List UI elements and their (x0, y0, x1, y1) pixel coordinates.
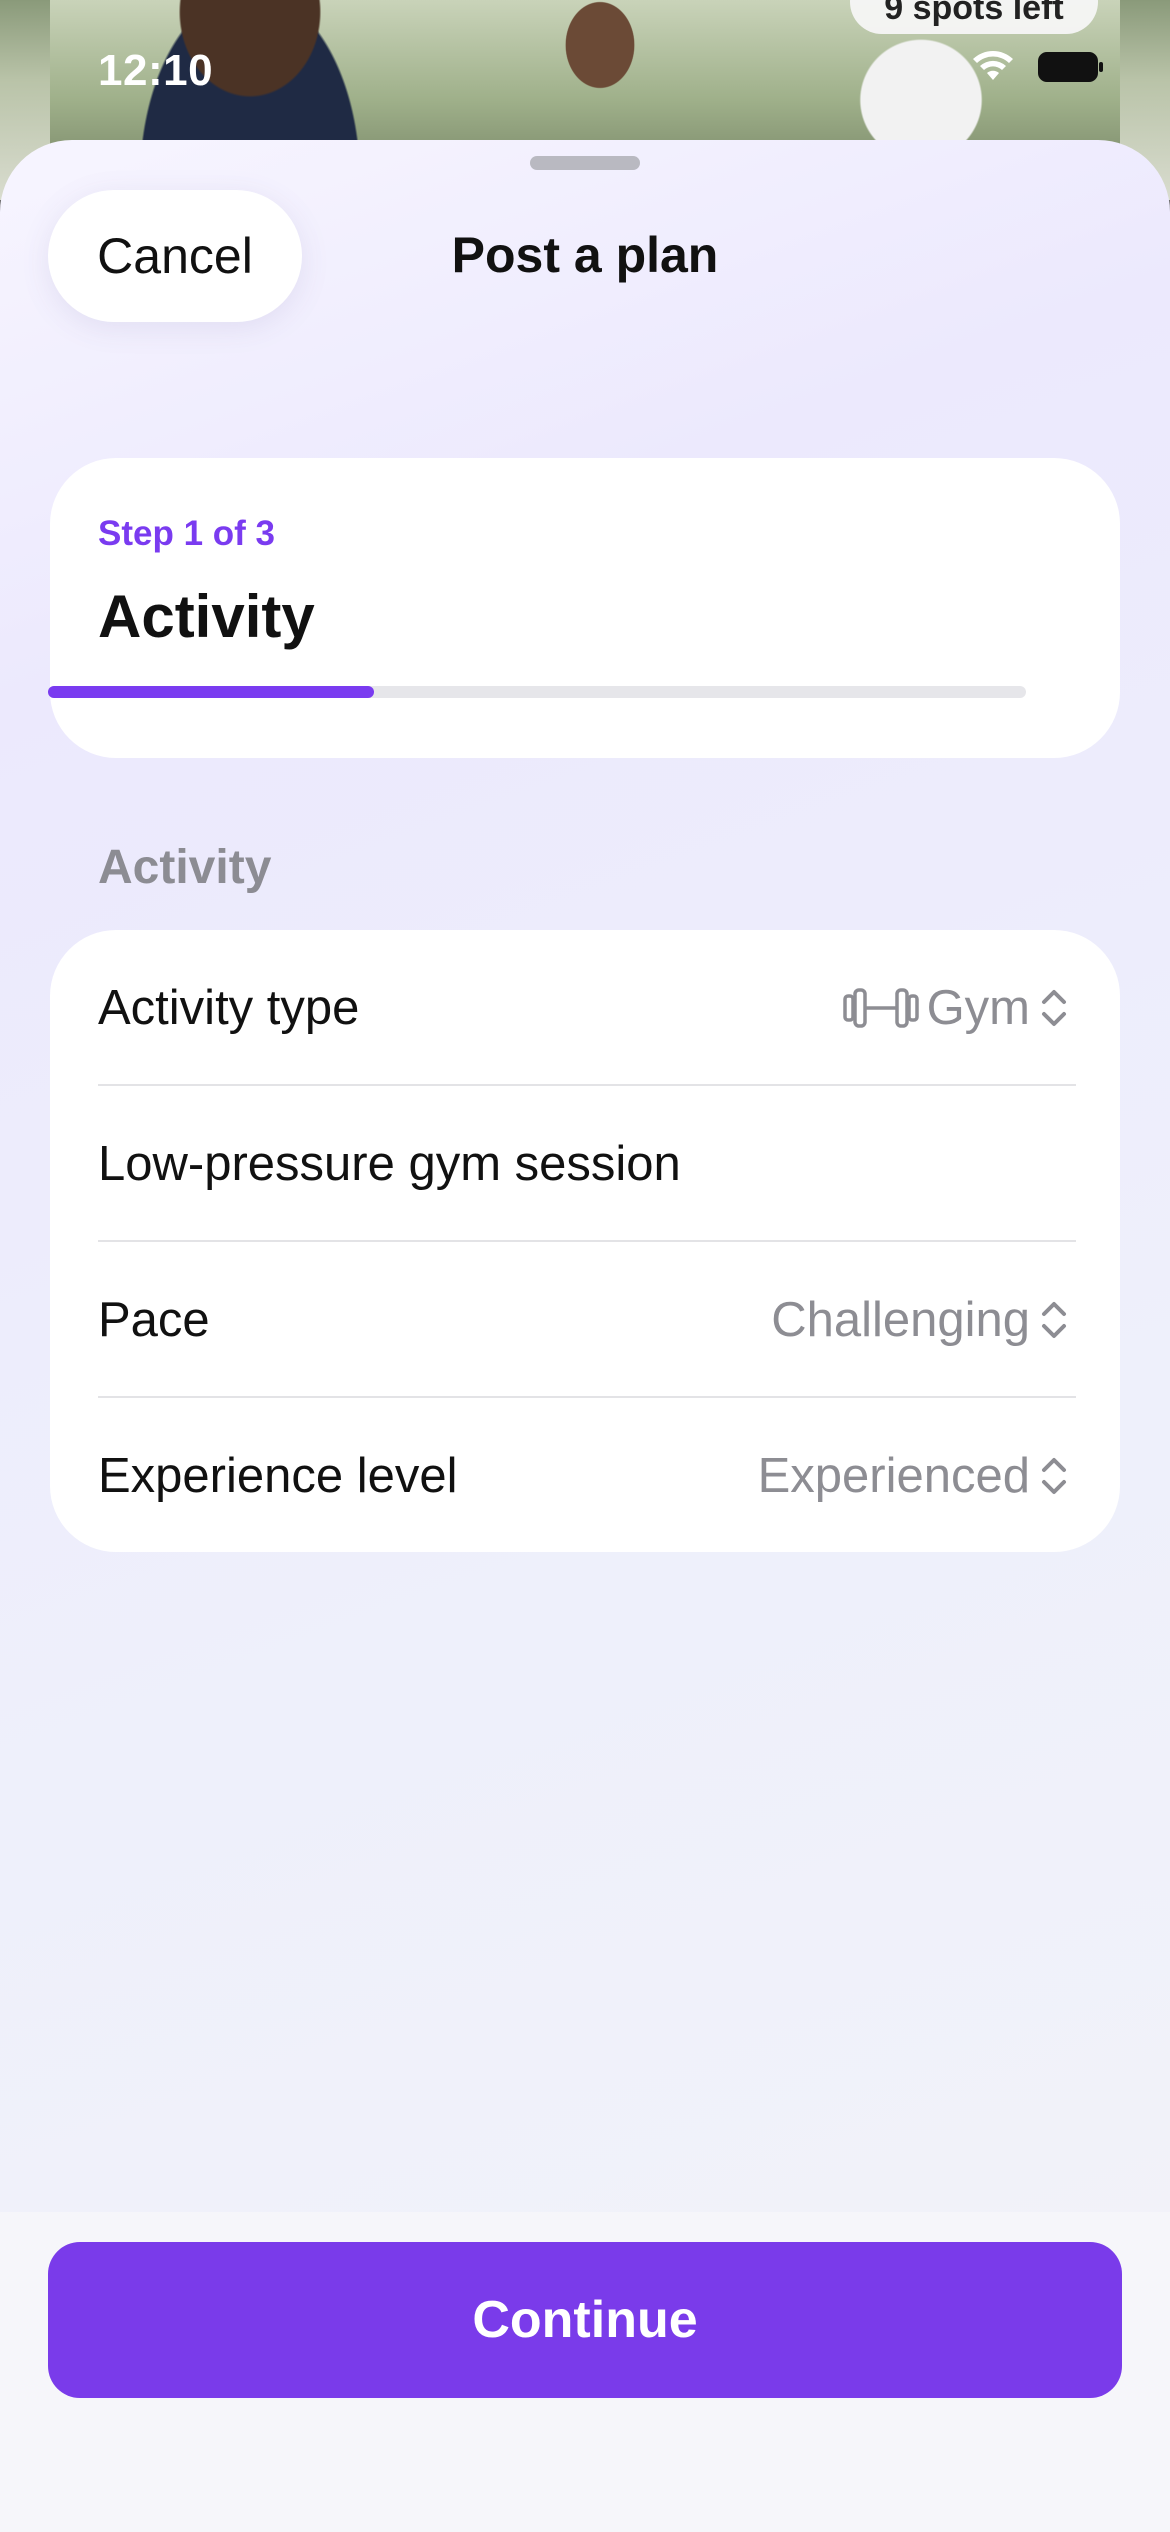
activity-type-label: Activity type (98, 980, 360, 1035)
post-plan-sheet: Cancel Post a plan Step 1 of 3 Activity … (0, 140, 1170, 2532)
section-header: Activity (98, 841, 272, 894)
step-card: Step 1 of 3 Activity (50, 458, 1120, 758)
chevron-up-down-icon (1036, 986, 1072, 1030)
experience-level-picker[interactable]: Experienced (758, 1448, 1072, 1504)
dumbbell-icon (841, 984, 921, 1032)
status-time: 12:10 (98, 46, 214, 95)
step-progress-fill (48, 686, 374, 698)
sheet-grabber[interactable] (530, 156, 640, 170)
activity-form-card: Activity type Gym Low-pressure gym sessi… (50, 930, 1120, 1552)
spots-left-badge: 9 spots left (850, 0, 1098, 34)
battery-icon (1038, 51, 1104, 83)
chevron-up-down-icon (1036, 1454, 1072, 1498)
step-title: Activity (98, 583, 315, 650)
pace-picker[interactable]: Challenging (771, 1292, 1072, 1348)
pace-label: Pace (98, 1292, 210, 1347)
pace-value: Challenging (771, 1292, 1030, 1347)
activity-type-row[interactable]: Activity type Gym (50, 930, 1120, 1085)
continue-button[interactable]: Continue (48, 2242, 1122, 2398)
chevron-up-down-icon (1036, 1298, 1072, 1342)
step-indicator: Step 1 of 3 (98, 514, 275, 553)
activity-type-picker[interactable]: Gym (841, 980, 1072, 1036)
pace-row[interactable]: Pace Challenging (50, 1242, 1120, 1397)
experience-level-row[interactable]: Experience level Experienced (50, 1398, 1120, 1552)
activity-type-value: Gym (926, 980, 1030, 1035)
step-progress-bar (48, 686, 1026, 698)
bottom-action-bar: Continue (0, 2212, 1170, 2532)
experience-level-label: Experience level (98, 1448, 458, 1503)
status-icons (970, 50, 1104, 84)
plan-title-field[interactable]: Low-pressure gym session (98, 1136, 1072, 1192)
sheet-title: Post a plan (451, 227, 719, 283)
plan-title-row[interactable]: Low-pressure gym session (50, 1086, 1120, 1241)
photo-high-five (540, 0, 660, 120)
wifi-icon (970, 50, 1016, 84)
experience-level-value: Experienced (757, 1448, 1030, 1503)
